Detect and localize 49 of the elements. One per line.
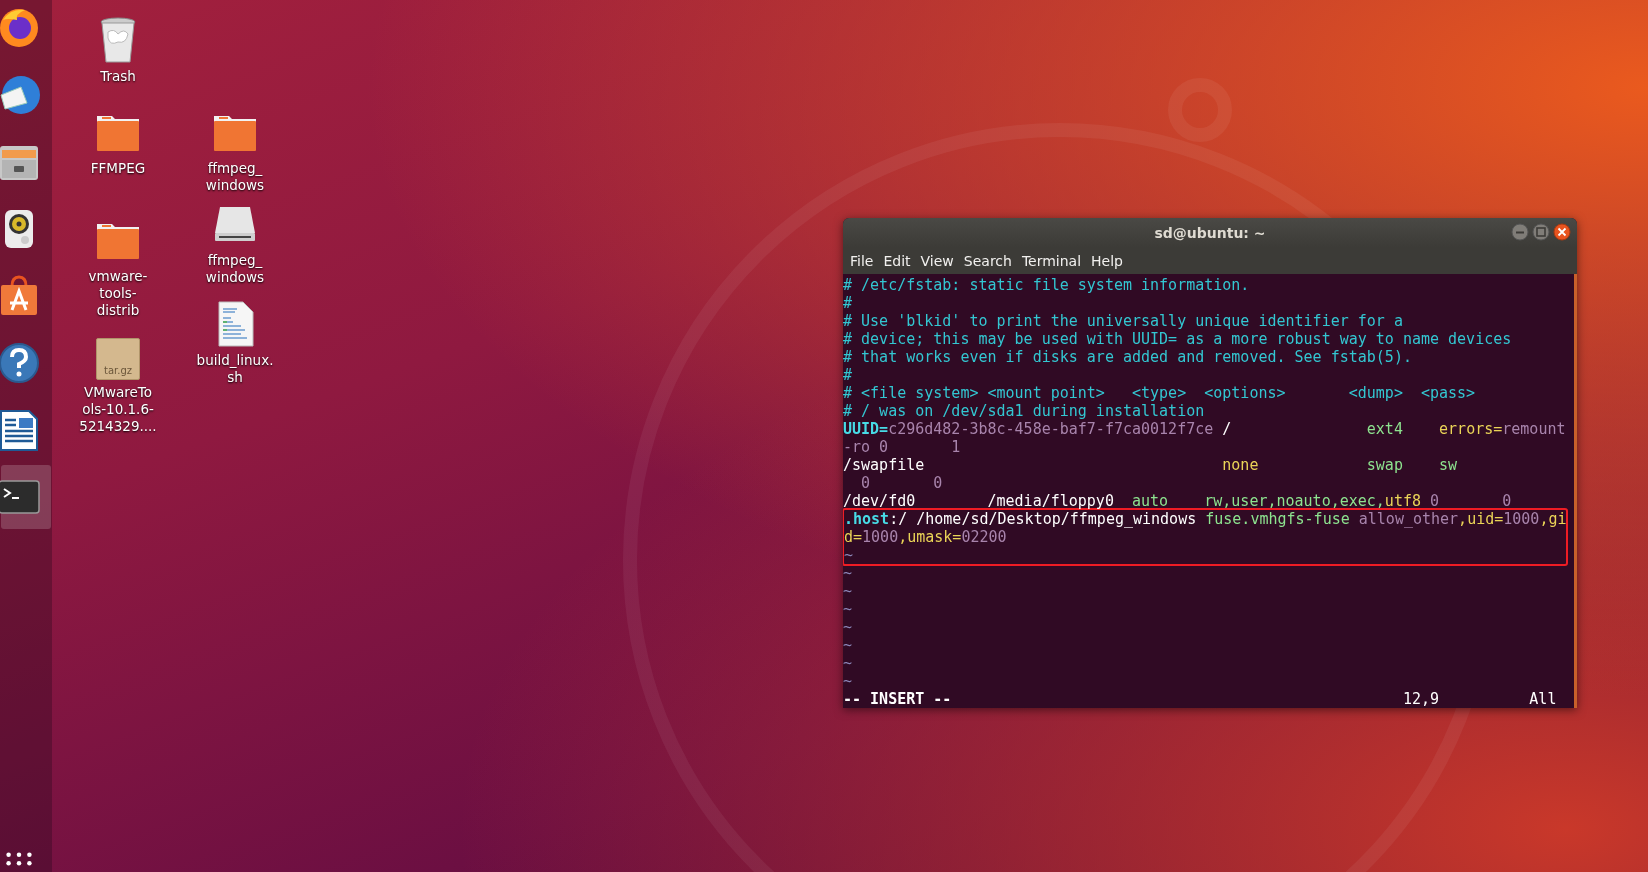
terminal-line: # / was on /dev/sda1 during installation [843,402,1205,420]
menu-item[interactable]: Terminal [1016,250,1087,271]
terminal-line: ~ [843,672,853,690]
mail-client-icon [0,73,41,117]
terminal-line: ~ [844,546,854,564]
menu-item[interactable]: View [915,250,959,271]
terminal-line: ~ [843,600,853,618]
terminal-line: -ro 0 1 [843,438,961,456]
terminal-line: .host:/ /home/sd/Desktop/ffmpeg_windows fuse.vmhgfs-fuse allow_other,uid=1000,gi [844,510,1567,528]
terminal-line: ~ [843,618,853,636]
menu-item[interactable]: Search [958,250,1017,271]
terminal-line: # /etc/fstab: static file system information. [843,276,1250,294]
window-title: sd@ubuntu: ~ [1154,224,1266,241]
minimize-button[interactable] [1511,223,1529,241]
file-label: ffmpeg_ windows [205,160,265,194]
scroll-position: All [1529,690,1557,708]
file-label: ffmpeg_ windows [205,252,265,286]
app-grid-icon[interactable] [6,852,32,866]
terminal-line: ~ [843,654,853,672]
terminal-line: UUID=c296d482-3b8c-458e-baf7-f7ca0012f7ce / ext4 errors=remount [843,420,1566,438]
package-icon[interactable]: tar.gz [96,338,140,380]
file-label: build_linux. sh [196,352,274,386]
menu-item[interactable]: File [845,250,879,271]
terminal-line: ~ [843,564,853,582]
file-label: VMwareTo ols-10.1.6- 5214329.... [79,384,157,435]
terminal-line: /dev/fd0 /media/floppy0 auto rw,user,noauto,exec,utf8 0 0 [843,492,1512,510]
file-label: FFMPEG [90,160,146,177]
terminal-line: # Use 'blkid' to print the universally unique identifier for a [843,312,1403,330]
terminal-line: # [843,294,853,312]
terminal-line: # [843,366,853,384]
terminal-line: # that works even if disks are added and removed. See fstab(5). [843,348,1412,366]
archive-label: tar.gz [104,365,132,378]
cursor-position: 12,9 [1402,690,1441,708]
browser-icon [0,6,41,50]
terminal-line: # device; this may be used with UUID= as a more robust way to name devices [843,330,1512,348]
menu-item[interactable]: Edit [878,250,916,271]
terminal-line: ~ [843,582,853,600]
terminal-line: 0 0 [860,474,943,492]
document-icon [0,408,41,452]
close-button[interactable] [1553,223,1571,241]
vim-mode-indicator: -- INSERT -- [843,690,953,708]
file-label: vmware- tools- distrib [88,268,148,319]
file-label: Trash [100,68,136,85]
terminal-line: /swapfile none swap sw [843,456,1458,474]
menu-item[interactable]: Help [1086,250,1128,271]
terminal-line: # <file system> <mount point> <type> <options> <dump> <pass> [843,384,1476,402]
terminal-line: ~ [843,636,853,654]
help-icon [0,341,41,385]
terminal-line: d=1000,umask=02200 [844,528,1007,546]
